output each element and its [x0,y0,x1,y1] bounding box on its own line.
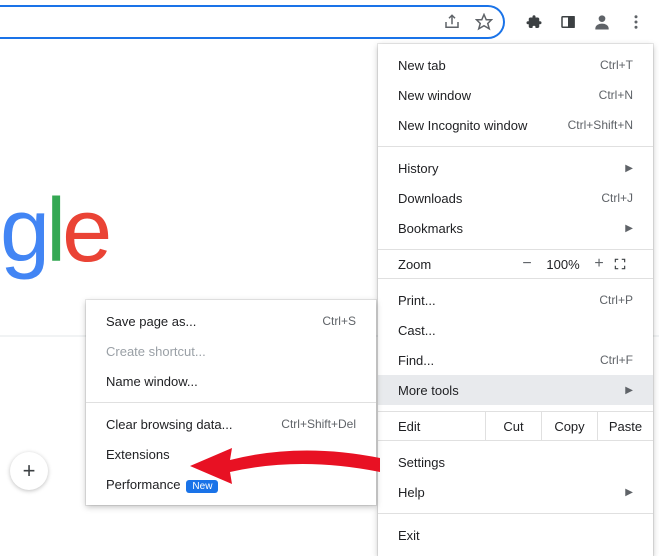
zoom-label: Zoom [398,257,513,272]
submenu-arrow-icon: ▶ [625,163,633,174]
menu-zoom-row: Zoom − 100% + [378,249,653,279]
paste-button[interactable]: Paste [597,412,653,440]
more-tools-submenu: Save page as...Ctrl+S Create shortcut...… [86,300,376,505]
submenu-create-shortcut: Create shortcut... [86,336,376,366]
menu-bookmarks[interactable]: Bookmarks▶ [378,213,653,243]
edit-label: Edit [398,419,485,434]
new-badge: New [186,480,218,493]
plus-icon: + [23,458,36,484]
menu-print[interactable]: Print...Ctrl+P [378,285,653,315]
copy-button[interactable]: Copy [541,412,597,440]
side-panel-icon[interactable] [551,5,585,39]
toolbar-actions [511,5,659,39]
browser-toolbar [0,0,659,44]
menu-exit[interactable]: Exit [378,520,653,550]
zoom-out-button[interactable]: − [513,255,541,273]
menu-find[interactable]: Find...Ctrl+F [378,345,653,375]
submenu-arrow-icon: ▶ [625,487,633,498]
logo-letter-l: l [46,181,62,281]
menu-new-window[interactable]: New windowCtrl+N [378,80,653,110]
menu-downloads[interactable]: DownloadsCtrl+J [378,183,653,213]
zoom-in-button[interactable]: + [585,255,613,273]
zoom-value: 100% [541,257,585,272]
more-icon[interactable] [619,5,653,39]
menu-separator [378,513,653,514]
submenu-performance[interactable]: PerformanceNew [86,469,376,499]
menu-edit-row: Edit Cut Copy Paste [378,411,653,441]
submenu-clear-data[interactable]: Clear browsing data...Ctrl+Shift+Del [86,409,376,439]
main-menu: New tabCtrl+T New windowCtrl+N New Incog… [378,44,653,556]
menu-separator [86,402,376,403]
google-logo-fragment: gle [0,180,108,283]
menu-history[interactable]: History▶ [378,153,653,183]
menu-incognito[interactable]: New Incognito windowCtrl+Shift+N [378,110,653,140]
menu-cast[interactable]: Cast... [378,315,653,345]
share-icon[interactable] [443,13,461,31]
star-icon[interactable] [475,13,493,31]
logo-letter-g: g [0,181,46,281]
submenu-extensions[interactable]: Extensions [86,439,376,469]
new-tab-button[interactable]: + [10,452,48,490]
omnibox[interactable] [0,5,505,39]
submenu-save-page[interactable]: Save page as...Ctrl+S [86,306,376,336]
cut-button[interactable]: Cut [485,412,541,440]
extensions-icon[interactable] [517,5,551,39]
logo-letter-e: e [62,181,108,281]
submenu-arrow-icon: ▶ [625,223,633,234]
menu-settings[interactable]: Settings [378,447,653,477]
menu-new-tab[interactable]: New tabCtrl+T [378,50,653,80]
menu-more-tools[interactable]: More tools▶ [378,375,653,405]
submenu-arrow-icon: ▶ [625,385,633,396]
menu-separator [378,146,653,147]
fullscreen-icon[interactable] [613,257,641,271]
profile-icon[interactable] [585,5,619,39]
menu-help[interactable]: Help▶ [378,477,653,507]
submenu-name-window[interactable]: Name window... [86,366,376,396]
